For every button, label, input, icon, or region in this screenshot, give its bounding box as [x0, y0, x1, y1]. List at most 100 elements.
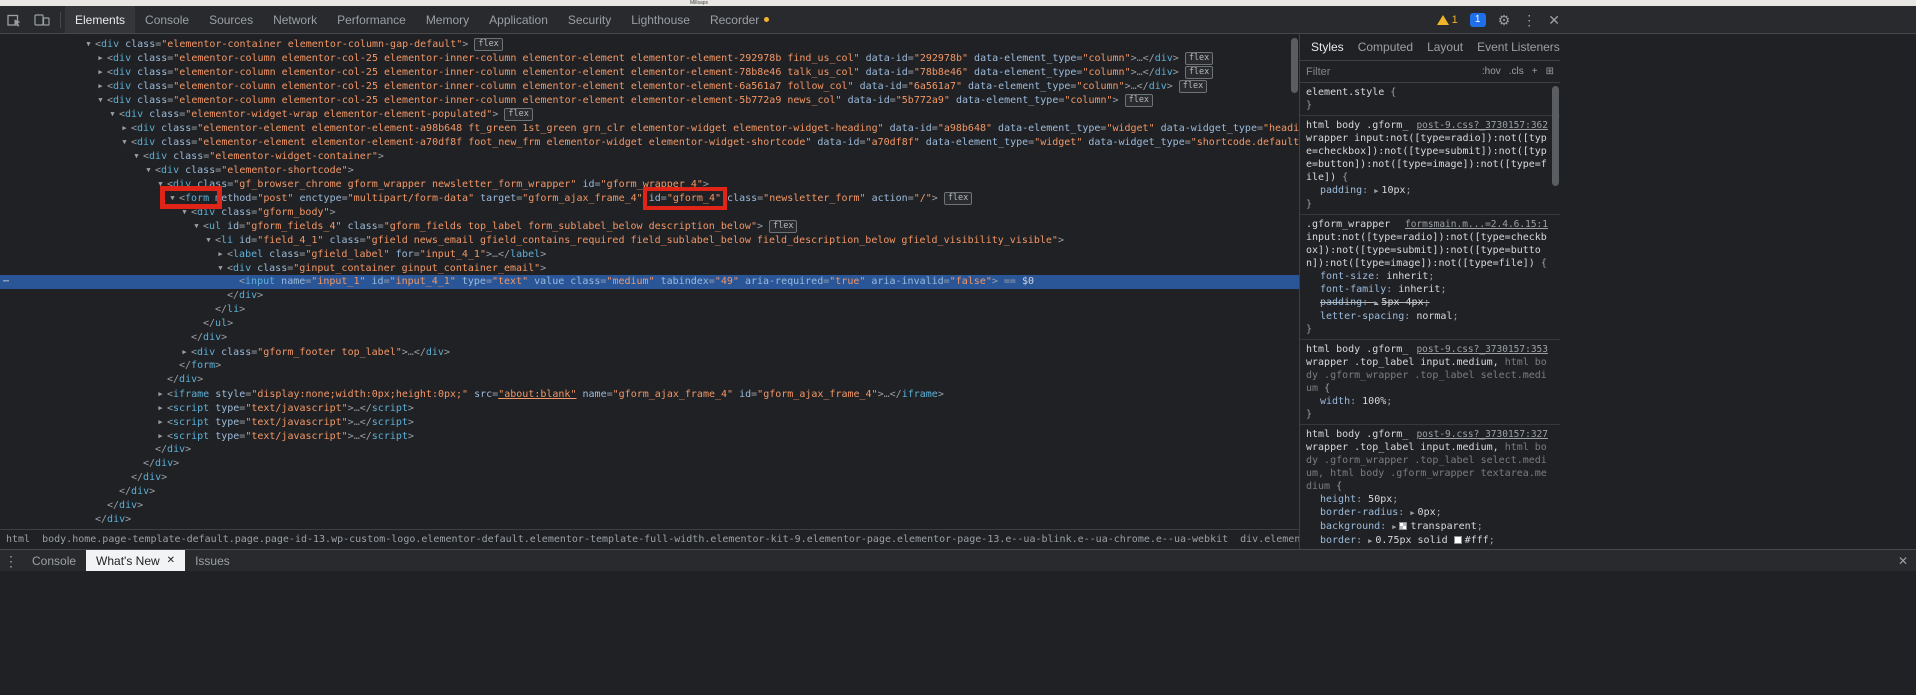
- twisty-icon[interactable]: ▼: [166, 191, 179, 205]
- twisty-icon[interactable]: ▶: [214, 247, 227, 261]
- twisty-icon[interactable]: ▼: [214, 261, 227, 275]
- sidebar-tab-computed[interactable]: Computed: [1351, 40, 1420, 54]
- twisty-icon[interactable]: ▼: [130, 149, 143, 163]
- tree-row[interactable]: ▼<ul id="gform_fields_4" class="gform_fi…: [0, 219, 1299, 233]
- css-property[interactable]: width: 100%;: [1306, 395, 1548, 408]
- tree-row[interactable]: ▶<script type="text/javascript">…</scrip…: [0, 429, 1299, 443]
- css-property[interactable]: height: 50px;: [1306, 493, 1548, 506]
- drawer-tab-what-s-new[interactable]: What's New✕: [86, 550, 185, 571]
- tree-row[interactable]: </div>: [0, 331, 1299, 345]
- tab-recorder[interactable]: Recorder: [700, 6, 779, 33]
- css-property[interactable]: border: ▶0.75px solid #fff;: [1306, 534, 1548, 548]
- tab-security[interactable]: Security: [558, 6, 621, 33]
- twisty-icon[interactable]: ▶: [94, 65, 107, 79]
- scrollbar-thumb[interactable]: [1552, 86, 1559, 186]
- twisty-icon[interactable]: ▼: [118, 135, 131, 149]
- tree-row[interactable]: </div>: [0, 443, 1299, 457]
- tree-row[interactable]: </div>: [0, 485, 1299, 499]
- tab-memory[interactable]: Memory: [416, 6, 479, 33]
- css-property[interactable]: font-size: inherit;: [1306, 270, 1548, 283]
- flex-badge[interactable]: flex: [769, 220, 797, 233]
- tree-row[interactable]: ▼<li id="field_4_1" class="gfield news_e…: [0, 233, 1299, 247]
- sidebar-tab-styles[interactable]: Styles: [1304, 40, 1351, 54]
- grid-icon[interactable]: ⊞: [1546, 66, 1554, 77]
- tab-application[interactable]: Application: [479, 6, 558, 33]
- expand-icon[interactable]: ▶: [1410, 509, 1414, 517]
- tree-row[interactable]: ▶<div class="elementor-element elementor…: [0, 121, 1299, 135]
- close-tab-icon[interactable]: ✕: [167, 555, 175, 566]
- expand-icon[interactable]: ▶: [1374, 299, 1378, 307]
- source-link[interactable]: post-9.css?_3730157:353: [1416, 343, 1548, 356]
- tree-row[interactable]: </div>: [0, 373, 1299, 387]
- source-link[interactable]: post-9.css?_3730157:327: [1416, 428, 1548, 441]
- more-menu-icon[interactable]: ⋮: [1522, 13, 1536, 27]
- tree-row[interactable]: ▶<div class="gform_footer top_label">…</…: [0, 345, 1299, 359]
- close-drawer-icon[interactable]: ✕: [1898, 554, 1908, 568]
- sidebar-tab-event-listeners[interactable]: Event Listeners: [1470, 40, 1560, 54]
- color-swatch[interactable]: [1454, 536, 1462, 544]
- twisty-icon[interactable]: ▶: [154, 429, 167, 443]
- twisty-icon[interactable]: ▼: [94, 93, 107, 107]
- color-swatch[interactable]: [1399, 522, 1407, 530]
- tree-row[interactable]: ▶<div class="elementor-column elementor-…: [0, 51, 1299, 65]
- breadcrumb-item[interactable]: html: [6, 534, 30, 545]
- expand-icon[interactable]: ▶: [1374, 187, 1378, 195]
- breadcrumb-item[interactable]: div.elementor.elementor-99.elementor-loc…: [1240, 534, 1299, 545]
- tree-row[interactable]: ▶<div class="elementor-column elementor-…: [0, 65, 1299, 79]
- new-style-rule-button[interactable]: +: [1532, 66, 1538, 77]
- tree-row[interactable]: ▼<div class="gform_body">: [0, 205, 1299, 219]
- twisty-icon[interactable]: ▶: [154, 401, 167, 415]
- flex-badge[interactable]: flex: [944, 192, 972, 205]
- tree-row[interactable]: </div>: [0, 499, 1299, 513]
- warning-badge[interactable]: 1: [1437, 14, 1458, 26]
- twisty-icon[interactable]: ▶: [94, 51, 107, 65]
- css-property[interactable]: font-family: inherit;: [1306, 283, 1548, 296]
- tree-row[interactable]: ▶<script type="text/javascript">…</scrip…: [0, 401, 1299, 415]
- twisty-icon[interactable]: ▶: [154, 387, 167, 401]
- tree-row[interactable]: </ul>: [0, 317, 1299, 331]
- tree-row[interactable]: </div>: [0, 513, 1299, 527]
- tab-performance[interactable]: Performance: [327, 6, 416, 33]
- elements-scrollbar[interactable]: [1289, 34, 1299, 528]
- expand-icon[interactable]: ▶: [1368, 537, 1372, 545]
- css-property[interactable]: border-radius: ▶0px;: [1306, 506, 1548, 520]
- scrollbar-thumb[interactable]: [1291, 38, 1298, 93]
- tree-row[interactable]: ▶<script type="text/javascript">…</scrip…: [0, 415, 1299, 429]
- drawer-menu-icon[interactable]: ⋮: [4, 554, 18, 568]
- tree-row[interactable]: </form>: [0, 359, 1299, 373]
- css-property[interactable]: padding: ▶10px;: [1306, 184, 1548, 198]
- tree-row[interactable]: ▼<div class="elementor-column elementor-…: [0, 93, 1299, 107]
- styles-filter-input[interactable]: Filter: [1306, 66, 1330, 78]
- device-toolbar-icon[interactable]: [28, 9, 56, 31]
- twisty-icon[interactable]: ▶: [118, 121, 131, 135]
- flex-badge[interactable]: flex: [474, 38, 502, 51]
- flex-badge[interactable]: flex: [1185, 66, 1213, 79]
- twisty-icon[interactable]: ▼: [178, 205, 191, 219]
- twisty-icon[interactable]: ▼: [190, 219, 203, 233]
- twisty-icon[interactable]: ▶: [154, 415, 167, 429]
- tree-row[interactable]: </div>: [0, 457, 1299, 471]
- tree-row[interactable]: </div>: [0, 471, 1299, 485]
- tree-row[interactable]: ▼<div class="elementor-widget-wrap eleme…: [0, 107, 1299, 121]
- class-toggle[interactable]: .cls: [1509, 66, 1524, 77]
- tree-row[interactable]: <input name="input_1" id="input_4_1" typ…: [0, 275, 1299, 289]
- twisty-icon[interactable]: ▼: [142, 163, 155, 177]
- flex-badge[interactable]: flex: [1185, 52, 1213, 65]
- tree-row[interactable]: ▶<label class="gfield_label" for="input_…: [0, 247, 1299, 261]
- css-property[interactable]: letter-spacing: normal;: [1306, 310, 1548, 323]
- flex-badge[interactable]: flex: [504, 108, 532, 121]
- inspect-element-icon[interactable]: [0, 9, 28, 31]
- tree-row[interactable]: ▼<div class="elementor-shortcode">: [0, 163, 1299, 177]
- flex-badge[interactable]: flex: [1125, 94, 1153, 107]
- flex-badge[interactable]: flex: [1179, 80, 1207, 93]
- tab-lighthouse[interactable]: Lighthouse: [621, 6, 700, 33]
- source-link[interactable]: post-9.css?_3730157:362: [1416, 119, 1548, 132]
- tree-row[interactable]: ▼<div class="elementor-element elementor…: [0, 135, 1299, 149]
- tree-row[interactable]: </li>: [0, 303, 1299, 317]
- tab-console[interactable]: Console: [135, 6, 199, 33]
- tab-elements[interactable]: Elements: [65, 6, 135, 33]
- hover-state-toggle[interactable]: :hov: [1482, 66, 1501, 77]
- css-property[interactable]: padding: ▶5px 4px;: [1306, 296, 1548, 310]
- twisty-icon[interactable]: ▶: [94, 79, 107, 93]
- expand-icon[interactable]: ▶: [1392, 523, 1396, 531]
